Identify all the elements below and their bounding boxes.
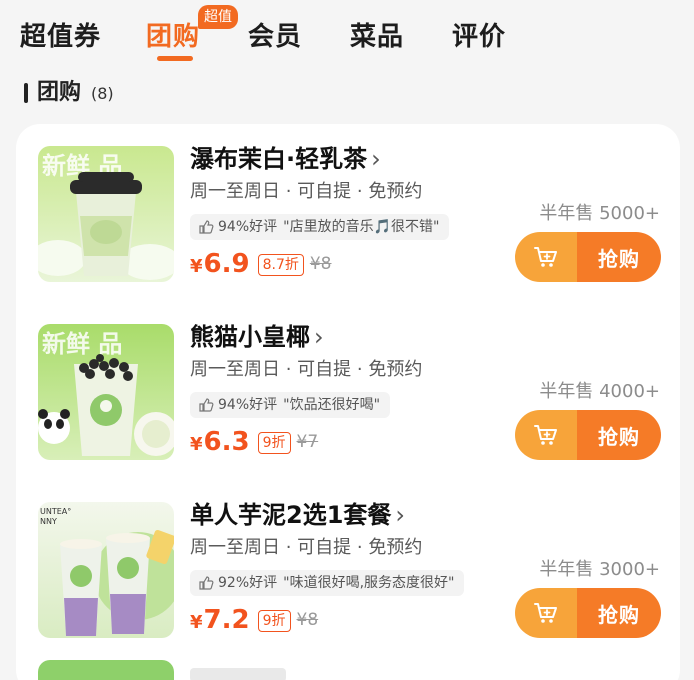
- review-chip: 94%好评 "饮品还很好喝": [190, 392, 391, 418]
- currency-symbol: ¥: [190, 434, 203, 455]
- cart-plus-icon: [534, 247, 557, 267]
- deal-price: 6.9: [203, 249, 250, 279]
- review-quote: "饮品还很好喝": [283, 397, 381, 413]
- deal-availability: 周一至周日 · 可自提 · 免预约: [190, 537, 423, 558]
- next-deal-image-partial: [38, 660, 174, 680]
- review-quote: "味道很好喝,服务态度很好": [283, 575, 455, 591]
- price-row: ¥ 6.9 8.7折 ¥8: [190, 249, 332, 279]
- sales-count: 半年售 5000+: [539, 203, 660, 224]
- deal-title[interactable]: 熊猫小皇椰 ›: [190, 320, 324, 354]
- review-quote: "店里放的音乐🎵很不错": [283, 219, 440, 235]
- milk-tea-cup-image: 新鲜 品: [38, 146, 174, 282]
- active-tab-indicator: [157, 56, 193, 61]
- deal-price: 7.2: [203, 605, 250, 635]
- deal-price: 6.3: [203, 427, 250, 457]
- deal-image[interactable]: 新鲜 品: [38, 146, 174, 282]
- price-row: ¥ 7.2 9折 ¥8: [190, 605, 318, 635]
- section-count: (8): [91, 84, 114, 103]
- cart-plus-icon: [534, 603, 557, 623]
- group-buy-list: 新鲜 品 瀑布茉白·轻乳茶 › 周一至周日 · 可自提 · 免预约 94%好评 "…: [16, 124, 680, 680]
- review-chip: 94%好评 "店里放的音乐🎵很不错": [190, 214, 450, 240]
- grab-deal-button[interactable]: 抢购: [577, 232, 661, 282]
- original-price: ¥7: [296, 432, 319, 452]
- discount-badge: 9折: [257, 432, 291, 454]
- review-chip: 92%好评 "味道很好喝,服务态度很好": [190, 570, 465, 596]
- thumbs-up-icon: [199, 220, 214, 234]
- section-marker: [24, 83, 28, 103]
- deal-item[interactable]: UNTEA° NNY 单人芋泥2选1套餐 › 周一至周日 · 可自提 · 免预约 …: [16, 480, 680, 658]
- next-deal-title-partial: [190, 668, 286, 680]
- deal-image[interactable]: UNTEA° NNY: [38, 502, 174, 638]
- deal-availability: 周一至周日 · 可自提 · 免预约: [190, 359, 423, 380]
- top-tabs: 超值券 团购 超值 会员 菜品 评价: [0, 0, 694, 72]
- coconut-drink-image: 新鲜 品: [38, 324, 174, 460]
- currency-symbol: ¥: [190, 256, 203, 277]
- section-title: 团购: [37, 80, 82, 105]
- discount-badge: 9折: [257, 610, 291, 632]
- chevron-right-icon: ›: [314, 323, 324, 351]
- taro-drinks-image: UNTEA° NNY: [38, 502, 174, 638]
- sales-count: 半年售 3000+: [539, 559, 660, 580]
- add-to-cart-button[interactable]: [515, 410, 577, 460]
- original-price: ¥8: [296, 610, 319, 630]
- grab-deal-button[interactable]: 抢购: [577, 588, 661, 638]
- deal-item[interactable]: 新鲜 品 熊猫小皇椰 › 周一至周日 · 可自提 · 免预约 94%好评 "饮品…: [16, 302, 680, 480]
- rating-percent: 92%好评: [218, 575, 278, 591]
- cart-plus-icon: [534, 425, 557, 445]
- chevron-right-icon: ›: [395, 501, 406, 529]
- svg-text:UNTEA°: UNTEA°: [40, 507, 71, 516]
- rating-percent: 94%好评: [218, 397, 278, 413]
- deal-image[interactable]: 新鲜 品: [38, 324, 174, 460]
- original-price: ¥8: [309, 254, 332, 274]
- tab-reviews[interactable]: 评价: [452, 20, 506, 54]
- price-row: ¥ 6.3 9折 ¥7: [190, 427, 318, 457]
- add-to-cart-button[interactable]: [515, 232, 577, 282]
- currency-symbol: ¥: [190, 612, 203, 633]
- tab-badge: 超值: [198, 5, 238, 29]
- sales-count: 半年售 4000+: [539, 381, 660, 402]
- add-to-cart-button[interactable]: [515, 588, 577, 638]
- rating-percent: 94%好评: [218, 219, 278, 235]
- thumbs-up-icon: [199, 398, 214, 412]
- svg-text:新鲜 品: 新鲜 品: [42, 330, 122, 358]
- deal-title[interactable]: 单人芋泥2选1套餐 ›: [190, 498, 405, 532]
- chevron-right-icon: ›: [371, 145, 381, 173]
- buy-button-group: 抢购: [515, 232, 661, 282]
- deal-availability: 周一至周日 · 可自提 · 免预约: [190, 181, 423, 202]
- discount-badge: 8.7折: [257, 254, 304, 276]
- buy-button-group: 抢购: [515, 588, 661, 638]
- thumbs-up-icon: [199, 576, 214, 590]
- tab-dishes[interactable]: 菜品: [350, 20, 404, 54]
- deal-item[interactable]: 新鲜 品 瀑布茉白·轻乳茶 › 周一至周日 · 可自提 · 免预约 94%好评 "…: [16, 124, 680, 302]
- deal-title[interactable]: 瀑布茉白·轻乳茶 ›: [190, 142, 381, 176]
- tab-coupons[interactable]: 超值券: [20, 20, 101, 54]
- tab-group-buy[interactable]: 团购: [146, 20, 200, 54]
- grab-deal-button[interactable]: 抢购: [577, 410, 661, 460]
- tab-membership[interactable]: 会员: [248, 20, 302, 54]
- buy-button-group: 抢购: [515, 410, 661, 460]
- svg-text:NNY: NNY: [40, 517, 57, 526]
